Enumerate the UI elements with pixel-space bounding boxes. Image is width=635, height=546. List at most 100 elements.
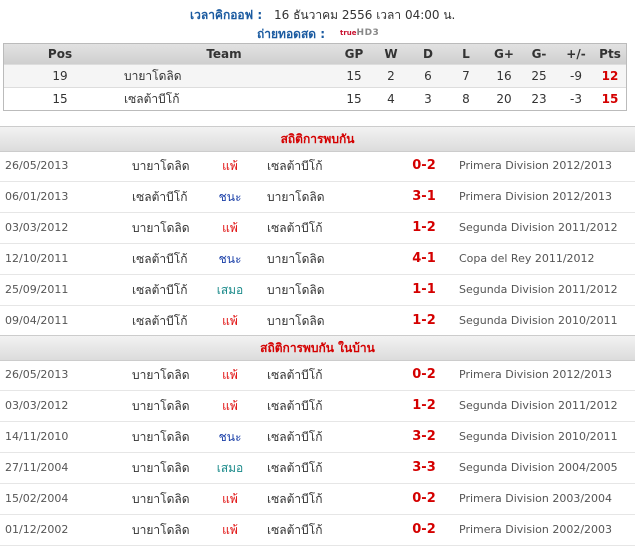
col-team: Team	[206, 47, 242, 61]
kickoff-label: เวลาคิกออฟ :	[190, 8, 263, 22]
competition: Primera Division 2003/2004	[459, 492, 613, 505]
kickoff-info: เวลาคิกออฟ : 16 ธันวาคม 2556 เวลา 04:00 …	[0, 5, 635, 25]
away-team[interactable]: เซลต้าบีโก้	[267, 430, 357, 444]
match-row[interactable]: 09/04/2011 เซลต้าบีโก้ แพ้ บายาโดลิด 1-2 Segu…	[0, 306, 635, 337]
away-team[interactable]: เซลต้าบีโก้	[267, 368, 357, 382]
match-row[interactable]: 01/12/2002 บายาโดลิด แพ้ เซลต้าบีโก้ 0-2 Prim…	[0, 515, 635, 546]
wins: 4	[387, 92, 395, 106]
competition: Primera Division 2012/2013	[459, 190, 613, 203]
col-pos: Pos	[47, 47, 73, 61]
match-date: 15/02/2004	[5, 492, 69, 505]
col-gp: GP	[344, 47, 364, 61]
match-date: 25/09/2011	[5, 283, 69, 296]
goals-for: 16	[496, 69, 512, 83]
losses: 8	[462, 92, 470, 106]
match-row[interactable]: 06/01/2013 เซลต้าบีโก้ ชนะ บายาโดลิด 3-1 Prim…	[0, 182, 635, 213]
home-team[interactable]: บายาโดลิด	[132, 159, 216, 173]
match-score: 0-2	[412, 367, 436, 382]
away-team[interactable]: บายาโดลิด	[267, 190, 357, 204]
match-row[interactable]: 15/02/2004 บายาโดลิด แพ้ เซลต้าบีโก้ 0-2 Prim…	[0, 484, 635, 515]
home-team[interactable]: เซลต้าบีโก้	[132, 252, 216, 266]
match-result: แพ้	[222, 492, 238, 506]
match-result: ชนะ	[218, 252, 242, 266]
losses: 7	[462, 69, 470, 83]
away-team[interactable]: เซลต้าบีโก้	[267, 461, 357, 475]
match-row[interactable]: 12/10/2011 เซลต้าบีโก้ ชนะ บายาโดลิด 4-1 Copa…	[0, 244, 635, 275]
home-team[interactable]: เซลต้าบีโก้	[132, 314, 216, 328]
match-score: 1-2	[412, 398, 436, 413]
match-date: 01/12/2002	[5, 523, 69, 536]
match-score: 1-2	[412, 220, 436, 235]
match-score: 0-2	[412, 158, 436, 173]
competition: Primera Division 2012/2013	[459, 159, 613, 172]
col-pm: +/-	[566, 47, 586, 61]
match-result: ชนะ	[218, 430, 242, 444]
home-team[interactable]: บายาโดลิด	[132, 461, 216, 475]
away-team[interactable]: บายาโดลิด	[267, 314, 357, 328]
home-team[interactable]: บายาโดลิด	[132, 221, 216, 235]
match-row[interactable]: 14/11/2010 บายาโดลิด ชนะ เซลต้าบีโก้ 3-2 Segu…	[0, 422, 635, 453]
home-team[interactable]: บายาโดลิด	[132, 523, 216, 537]
match-result: เสมอ	[216, 461, 244, 475]
match-row[interactable]: 26/05/2013 บายาโดลิด แพ้ เซลต้าบีโก้ 0-2 Prim…	[0, 151, 635, 182]
home-team[interactable]: บายาโดลิด	[132, 399, 216, 413]
away-team[interactable]: เซลต้าบีโก้	[267, 159, 357, 173]
match-date: 14/11/2010	[5, 430, 69, 443]
draws: 6	[424, 69, 432, 83]
competition: Segunda Division 2004/2005	[459, 461, 618, 474]
col-pts: Pts	[599, 47, 621, 61]
away-team[interactable]: บายาโดลิด	[267, 283, 357, 297]
match-score: 3-2	[412, 429, 436, 444]
competition: Copa del Rey 2011/2012	[459, 252, 595, 265]
match-score: 4-1	[412, 251, 436, 266]
match-date: 26/05/2013	[5, 159, 69, 172]
team-name[interactable]: บายาโดลิด	[124, 65, 324, 87]
col-gf: G+	[494, 47, 514, 61]
home-team[interactable]: บายาโดลิด	[132, 368, 216, 382]
col-w: W	[384, 47, 398, 61]
competition: Segunda Division 2011/2012	[459, 399, 618, 412]
match-date: 09/04/2011	[5, 314, 69, 327]
match-result: แพ้	[222, 523, 238, 537]
gp: 15	[346, 92, 362, 106]
competition: Segunda Division 2010/2011	[459, 314, 618, 327]
match-date: 12/10/2011	[5, 252, 69, 265]
away-team[interactable]: เซลต้าบีโก้	[267, 221, 357, 235]
home-team[interactable]: เซลต้าบีโก้	[132, 190, 216, 204]
match-row[interactable]: 27/11/2004 บายาโดลิด เสมอ เซลต้าบีโก้ 3-3 Seg…	[0, 453, 635, 484]
match-result: แพ้	[222, 368, 238, 382]
col-ga: G-	[531, 47, 547, 61]
standings-row: 19 บายาโดลิด 15 2 6 7 16 25 -9 12	[4, 64, 626, 87]
match-row[interactable]: 03/03/2012 บายาโดลิด แพ้ เซลต้าบีโก้ 1-2 Segu…	[0, 213, 635, 244]
match-score: 1-1	[412, 282, 436, 297]
competition: Primera Division 2012/2013	[459, 368, 613, 381]
competition: Segunda Division 2011/2012	[459, 221, 618, 234]
truevisions-hd3-logo: trueHD3	[340, 28, 380, 38]
away-team[interactable]: เซลต้าบีโก้	[267, 399, 357, 413]
kickoff-value: 16 ธันวาคม 2556 เวลา 04:00 น.	[274, 8, 456, 22]
goal-diff: -9	[570, 69, 582, 83]
match-row[interactable]: 03/03/2012 บายาโดลิด แพ้ เซลต้าบีโก้ 1-2 Segu…	[0, 391, 635, 422]
match-score: 0-2	[412, 491, 436, 506]
home-team[interactable]: เซลต้าบีโก้	[132, 283, 216, 297]
wins: 2	[387, 69, 395, 83]
home-team[interactable]: บายาโดลิด	[132, 492, 216, 506]
match-date: 27/11/2004	[5, 461, 69, 474]
match-result: เสมอ	[216, 283, 244, 297]
match-score: 3-3	[412, 460, 436, 475]
match-score: 0-2	[412, 522, 436, 537]
away-team[interactable]: บายาโดลิด	[267, 252, 357, 266]
team-name[interactable]: เซลต้าบีโก้	[124, 88, 324, 110]
match-row[interactable]: 25/09/2011 เซลต้าบีโก้ เสมอ บายาโดลิด 1-1 Seg…	[0, 275, 635, 306]
match-row[interactable]: 26/05/2013 บายาโดลิด แพ้ เซลต้าบีโก้ 0-2 Prim…	[0, 360, 635, 391]
goal-diff: -3	[570, 92, 582, 106]
away-team[interactable]: เซลต้าบีโก้	[267, 492, 357, 506]
broadcast-label: ถ่ายทอดสด :	[257, 27, 326, 41]
competition: Primera Division 2002/2003	[459, 523, 613, 536]
competition: Segunda Division 2011/2012	[459, 283, 618, 296]
h2h-section-title: สถิติการพบกัน	[0, 126, 635, 152]
away-team[interactable]: เซลต้าบีโก้	[267, 523, 357, 537]
home-team[interactable]: บายาโดลิด	[132, 430, 216, 444]
match-result: แพ้	[222, 159, 238, 173]
goals-for: 20	[496, 92, 512, 106]
